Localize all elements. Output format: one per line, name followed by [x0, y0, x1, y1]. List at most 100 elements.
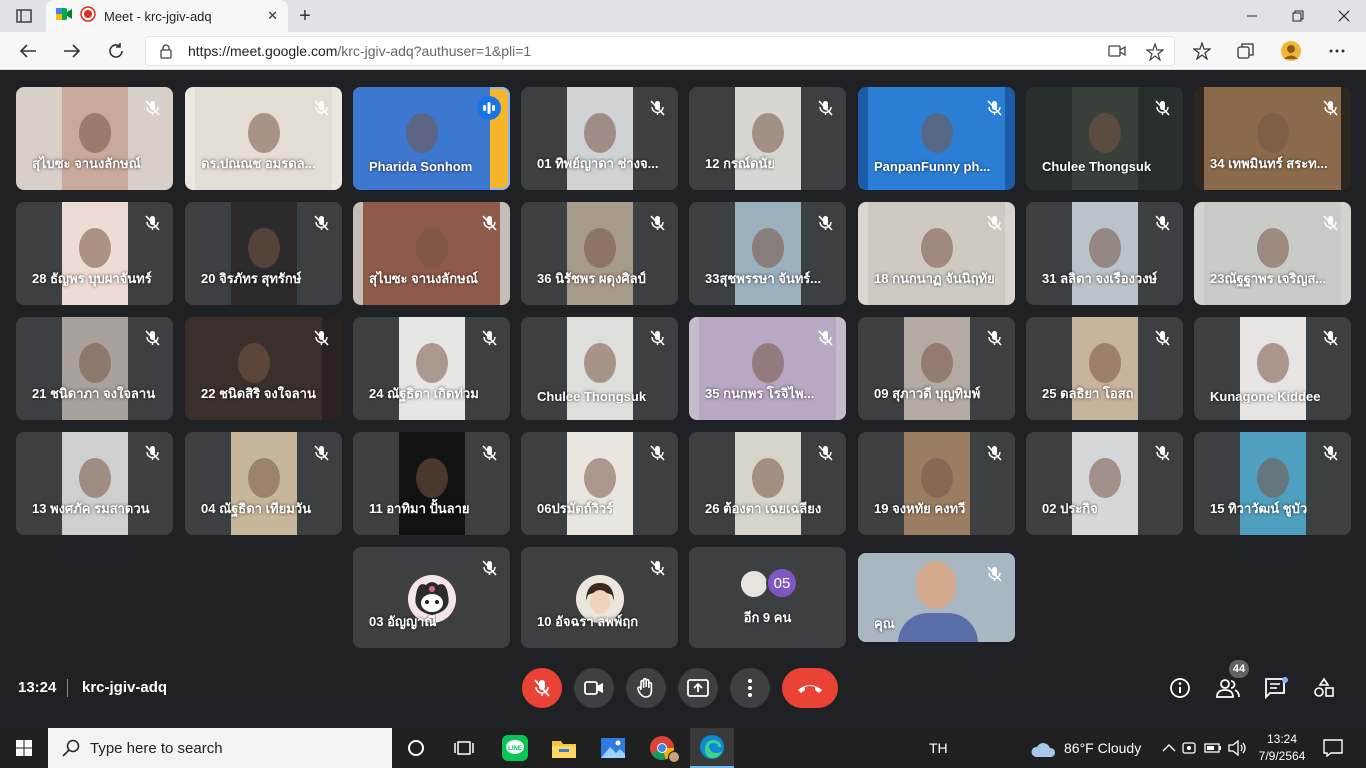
active-tab[interactable]: Meet - krc-jgiv-adq ✕	[46, 0, 288, 32]
restore-icon[interactable]	[1278, 4, 1318, 28]
participant-tile[interactable]: 01 ทิพย์ญาดา ช่างจ...	[521, 87, 678, 190]
people-button[interactable]: 44	[1214, 660, 1249, 702]
participant-tile[interactable]: 34 เทพมินทร์ สระท...	[1194, 87, 1351, 190]
chat-button[interactable]	[1262, 674, 1290, 702]
participant-name: ดร.ปณณช อมรดล...	[201, 156, 316, 171]
present-screen-button[interactable]	[678, 668, 718, 708]
url-host: https://meet.google.com	[188, 43, 338, 59]
back-icon[interactable]	[14, 37, 42, 65]
participant-name: สุไบซะ จานงลักษณ์	[32, 156, 141, 171]
participant-tile[interactable]: 11 อาทิมา ปั้นลาย	[353, 432, 510, 535]
new-tab-button[interactable]: +	[294, 5, 316, 27]
participant-tile[interactable]: 12 กรณ์ดนัย	[689, 87, 846, 190]
participant-face	[921, 343, 953, 383]
photos-app-icon[interactable]	[598, 733, 628, 763]
close-tab-icon[interactable]: ✕	[267, 8, 278, 24]
participant-tile[interactable]: คุณ	[858, 553, 1015, 642]
participant-tile[interactable]: 20 จิรภัทร สุทรักษ์	[185, 202, 342, 305]
collections-icon[interactable]	[1235, 40, 1257, 62]
participant-tile[interactable]: 10 อัจฉรา ลพพ์ฤก	[521, 547, 678, 648]
participant-name: คุณ	[874, 616, 895, 631]
more-menu-icon[interactable]	[1326, 40, 1348, 62]
participant-tile[interactable]: สุไบซะ จานงลักษณ์	[353, 202, 510, 305]
tab-actions-icon[interactable]	[10, 5, 38, 27]
raise-hand-button[interactable]	[626, 668, 666, 708]
participant-tile[interactable]: 13 พงศภัค รมสาดวน	[16, 432, 173, 535]
participant-tile[interactable]: Chulee Thongsuk	[1026, 87, 1183, 190]
meet-video-grid: สุไบซะ จานงลักษณ์ ดร.ปณณช อมรดล... Pharida…	[0, 71, 1366, 716]
camera-blocked-icon[interactable]	[1108, 44, 1126, 63]
notifications-icon[interactable]	[1318, 733, 1348, 763]
participant-tile[interactable]: 18 กนกนาฏ จันนิฤทัย	[858, 202, 1015, 305]
language-indicator[interactable]: TH	[929, 728, 948, 768]
participant-tile[interactable]: 35 กนกพร โรจิไพ...	[689, 317, 846, 420]
more-options-button[interactable]	[730, 668, 770, 708]
file-explorer-icon[interactable]	[549, 733, 579, 763]
mic-muted-icon	[812, 210, 838, 236]
participant-tile[interactable]: 36 นิรัชพร ผดุงศิลป์	[521, 202, 678, 305]
speaker-icon[interactable]	[1224, 733, 1250, 763]
task-view-icon[interactable]	[449, 733, 479, 763]
participant-tile[interactable]: 33สุชพรรษา จันทร์...	[689, 202, 846, 305]
participant-tile[interactable]: 09 สุภาวดี บุญทิมพ์	[858, 317, 1015, 420]
device-icon[interactable]	[1176, 733, 1202, 763]
participant-face	[247, 113, 280, 153]
participant-tile[interactable]: ดร.ปณณช อมรดล...	[185, 87, 342, 190]
participant-tile[interactable]: 25 ดลธิยา โอสถ	[1026, 317, 1183, 420]
meeting-details-button[interactable]	[1166, 674, 1194, 702]
address-bar[interactable]: https://meet.google.com/krc-jgiv-adq?aut…	[145, 36, 1175, 66]
participant-tile[interactable]: 22 ชนิดสิริ จงใจลาน	[185, 317, 342, 420]
cortana-icon[interactable]	[401, 733, 431, 763]
line-app-icon[interactable]: LINE	[500, 733, 530, 763]
participant-tile[interactable]: Pharida Sonhom	[353, 87, 510, 190]
camera-toggle-button[interactable]	[574, 668, 614, 708]
edge-taskbar-button[interactable]	[690, 728, 734, 768]
chrome-icon[interactable]	[647, 733, 680, 763]
add-favorite-icon[interactable]	[1145, 42, 1165, 66]
refresh-icon[interactable]	[102, 37, 130, 65]
windows-start-icon[interactable]	[9, 733, 39, 763]
mic-toggle-button[interactable]	[522, 668, 562, 708]
participant-tile[interactable]: 24 ณัฐธิดา เกิดท่วม	[353, 317, 510, 420]
participant-tile[interactable]: สุไบซะ จานงลักษณ์	[16, 87, 173, 190]
participant-tile[interactable]: Chulee Thongsuk	[521, 317, 678, 420]
participant-tile[interactable]: 04 ณัฐธิดา เทียมวัน	[185, 432, 342, 535]
participant-tile[interactable]: 26 ต้องตา เฉยเฉลียง	[689, 432, 846, 535]
participant-tile[interactable]: 02 ประกิจ	[1026, 432, 1183, 535]
battery-icon[interactable]	[1200, 733, 1226, 763]
meet-control-bar: 13:24 krc-jgiv-adq 44	[0, 660, 1366, 716]
participant-tile[interactable]: 28 ธัญพร บุบผาจันทร์	[16, 202, 173, 305]
activities-button[interactable]	[1310, 674, 1338, 702]
speaking-indicator-icon	[476, 95, 502, 121]
taskbar-search-box[interactable]: Type here to search	[48, 728, 392, 768]
participant-tile[interactable]: 31 ลลิตา จงเรืองวงษ์	[1026, 202, 1183, 305]
more-participants-tile[interactable]: 05 อีก 9 คน	[689, 547, 846, 648]
participant-tile[interactable]: 06ปรมัตถ์วิวร์	[521, 432, 678, 535]
forward-icon[interactable]	[58, 37, 86, 65]
participant-face	[916, 561, 956, 609]
participant-tile[interactable]: 21 ชนิดาภา จงใจลาน	[16, 317, 173, 420]
participant-name: 24 ณัฐธิดา เกิดท่วม	[369, 386, 479, 401]
close-window-icon[interactable]	[1324, 4, 1364, 28]
profile-avatar-icon[interactable]	[1280, 40, 1302, 62]
participant-tile[interactable]: 23ณัฐฐาพร เจริญส...	[1194, 202, 1351, 305]
participant-tile[interactable]: 03 อัญญาณี	[353, 547, 510, 648]
minimize-icon[interactable]	[1232, 4, 1272, 28]
system-clock[interactable]: 13:24 7/9/2564	[1254, 731, 1310, 765]
leave-call-button[interactable]	[782, 668, 838, 708]
activities-icon	[1314, 677, 1334, 697]
participant-face	[752, 113, 784, 153]
favorites-icon[interactable]	[1191, 40, 1213, 62]
participant-name: 18 กนกนาฏ จันนิฤทัย	[874, 271, 995, 286]
present-icon	[687, 679, 709, 697]
participant-tile[interactable]: 19 จงหทัย คงทวี	[858, 432, 1015, 535]
avatar	[668, 751, 680, 763]
participant-tile[interactable]: 15 ทิวาวัฒน์ ชูบัว	[1194, 432, 1351, 535]
participant-face	[1257, 343, 1289, 383]
participant-tile[interactable]: PanpanFunny ph...	[858, 87, 1015, 190]
participant-face	[584, 343, 616, 383]
participant-tile[interactable]: Kunagone Kiddee	[1194, 317, 1351, 420]
mic-muted-icon	[1317, 95, 1343, 121]
participant-face	[416, 343, 448, 383]
weather-text[interactable]: 86°F Cloudy	[1064, 728, 1141, 768]
